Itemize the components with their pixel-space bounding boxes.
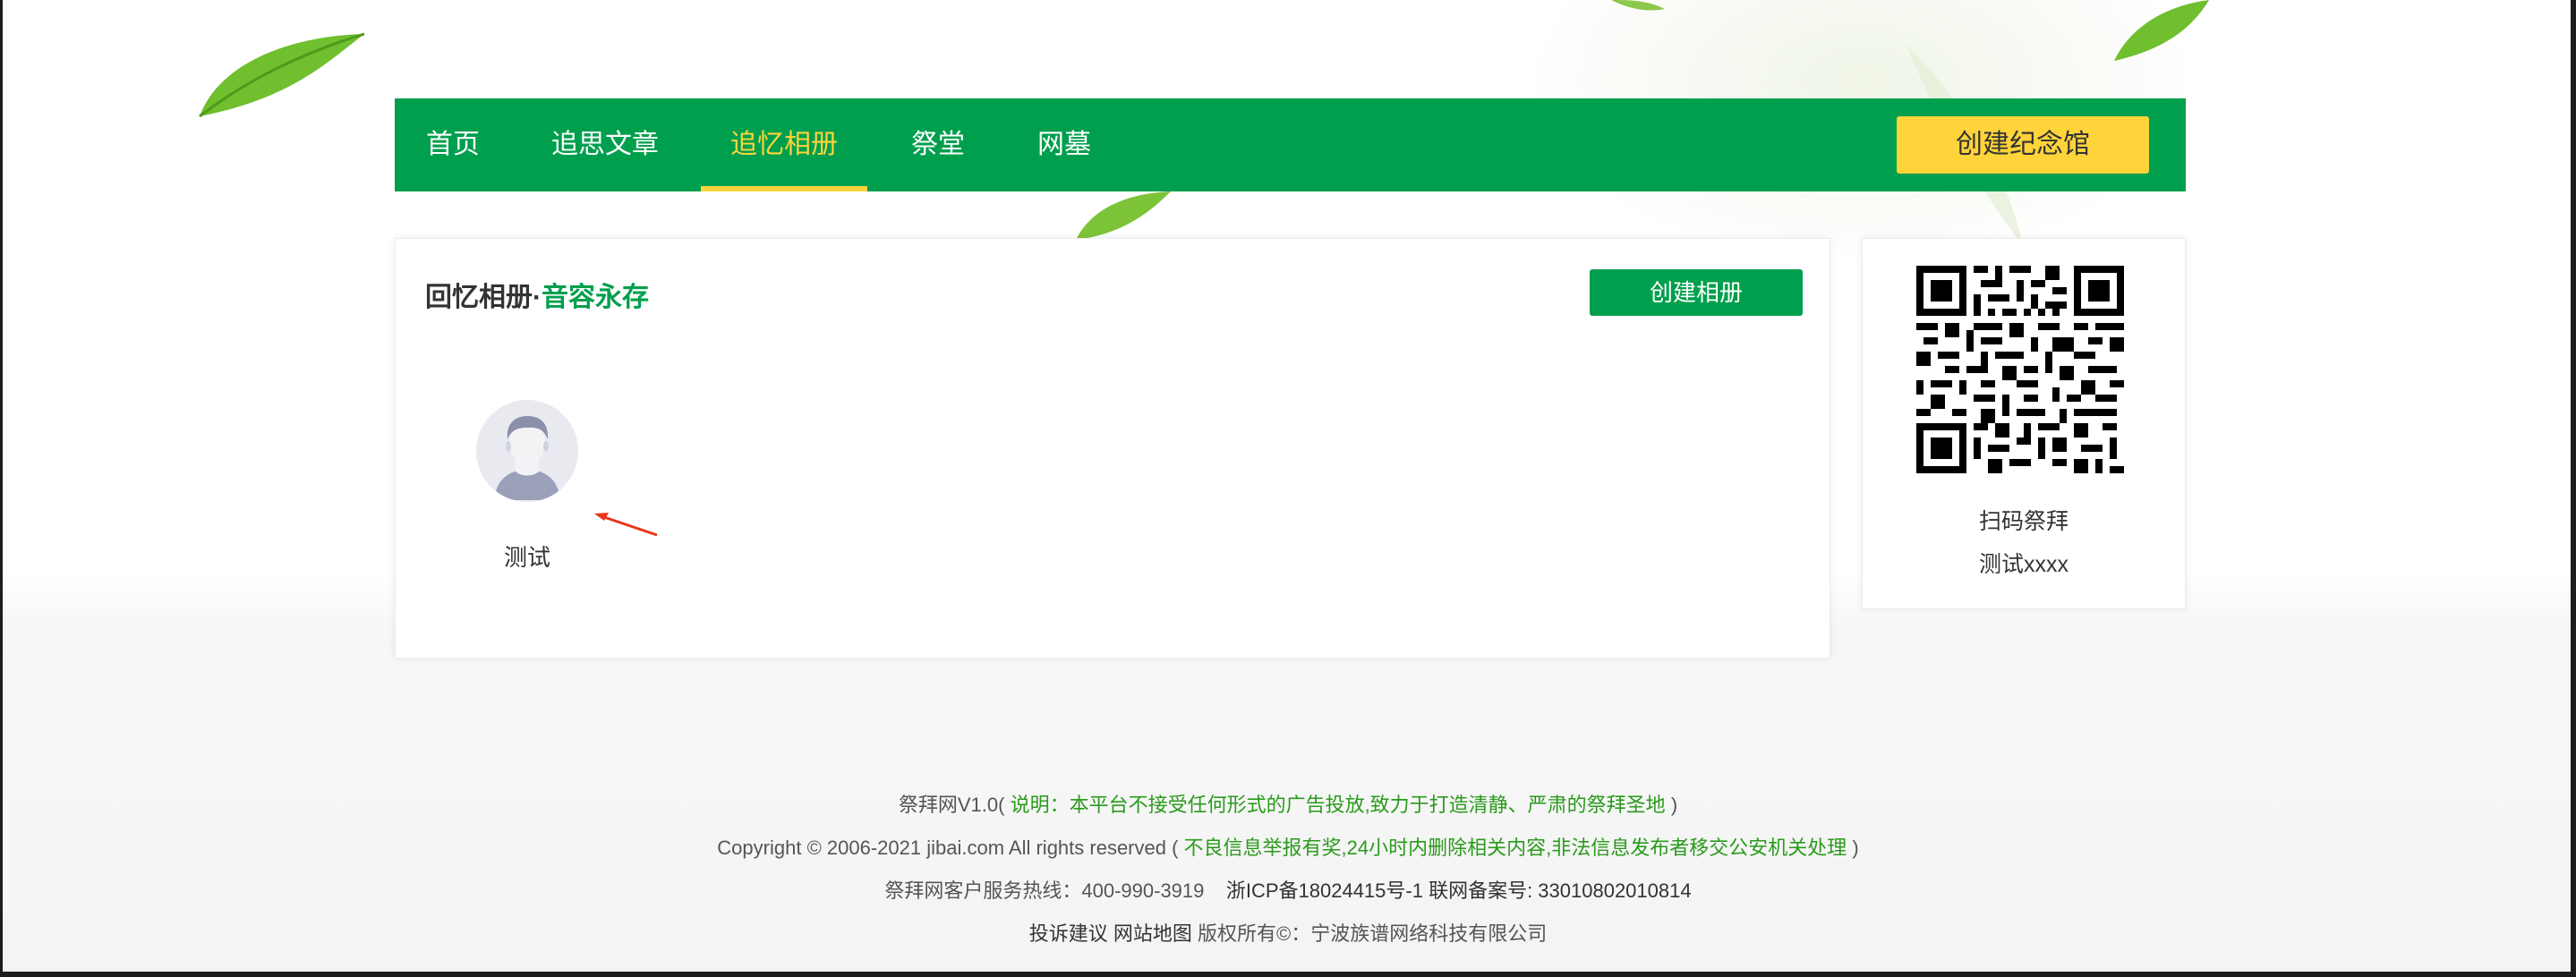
footer-paren: ) xyxy=(1670,794,1678,816)
screen-edge xyxy=(2571,0,2576,977)
footer-copyright: Copyright © 2006-2021 jibai.com All righ… xyxy=(0,832,2576,861)
qr-card: 扫码祭拜 测试xxxx xyxy=(1862,238,2186,609)
qr-code-icon xyxy=(1916,266,2124,473)
album-name: 测试 xyxy=(503,544,550,571)
footer-note: 说明：本平台不接受任何形式的广告投放,致力于打造清静、严肃的祭拜圣地 xyxy=(1010,794,1666,816)
scan-worship-label: 扫码祭拜 xyxy=(1978,509,2068,534)
footer-owner: 版权所有©：宁波族谱网络科技有限公司 xyxy=(1198,922,1548,945)
nav-item-albums[interactable]: 追忆相册 xyxy=(701,98,867,191)
album-item[interactable]: 测试 xyxy=(476,400,584,615)
album-title-highlight: 音容永存 xyxy=(542,283,649,312)
album-section-title: 回忆相册·音容永存 xyxy=(425,275,649,314)
footer-copyright-text: Copyright © 2006-2021 jibai.com All righ… xyxy=(717,837,1179,859)
footer-hotline: 祭拜网客户服务热线：400-990-3919 xyxy=(884,879,1205,902)
footer-paren: ) xyxy=(1852,837,1859,859)
album-card: 回忆相册·音容永存 创建相册 测试 xyxy=(395,238,1830,658)
screen-edge xyxy=(0,0,3,977)
footer-report-note: 不良信息举报有奖,24小时内删除相关内容,非法信息发布者移交公安机关处理 xyxy=(1183,837,1847,859)
screen-edge xyxy=(0,972,2576,977)
leaf-decoration-icon xyxy=(199,32,365,118)
album-title-prefix: 回忆相册· xyxy=(425,283,542,312)
footer-disclaimer: 祭拜网V1.0( 说明：本平台不接受任何形式的广告投放,致力于打造清静、严肃的祭… xyxy=(0,789,2576,818)
active-tab-indicator xyxy=(701,186,867,191)
leaf-decoration-icon xyxy=(1611,0,1665,11)
leaf-decoration-icon xyxy=(1076,191,1171,240)
create-album-button[interactable]: 创建相册 xyxy=(1590,269,1803,316)
footer-contact: 祭拜网客户服务热线：400-990-3919 浙ICP备18024415号-1 … xyxy=(0,875,2576,904)
avatar-placeholder-icon xyxy=(476,400,578,502)
nav-item-home[interactable]: 首页 xyxy=(425,98,481,191)
complaint-link[interactable]: 投诉建议 xyxy=(1029,922,1108,945)
nav-item-tomb[interactable]: 网墓 xyxy=(1036,98,1092,191)
annotation-arrow-icon xyxy=(594,513,658,537)
footer-version: 祭拜网V1.0( xyxy=(898,794,1005,816)
create-memorial-button[interactable]: 创建纪念馆 xyxy=(1897,116,2149,174)
nav-item-articles[interactable]: 追思文章 xyxy=(550,98,660,191)
footer-icp: 浙ICP备18024415号-1 联网备案号: 33010802010814 xyxy=(1225,879,1692,902)
sitemap-link[interactable]: 网站地图 xyxy=(1113,922,1192,945)
memorial-name: 测试xxxx xyxy=(1978,552,2068,577)
leaf-decoration-icon xyxy=(2114,0,2209,61)
footer-links: 投诉建议 网站地图 版权所有©：宁波族谱网络科技有限公司 xyxy=(0,918,2576,947)
page: 首页 追思文章 追忆相册 祭堂 网墓 创建纪念馆 回忆相册·音容永存 创建相册 xyxy=(0,0,2576,977)
nav-item-hall[interactable]: 祭堂 xyxy=(910,98,966,191)
